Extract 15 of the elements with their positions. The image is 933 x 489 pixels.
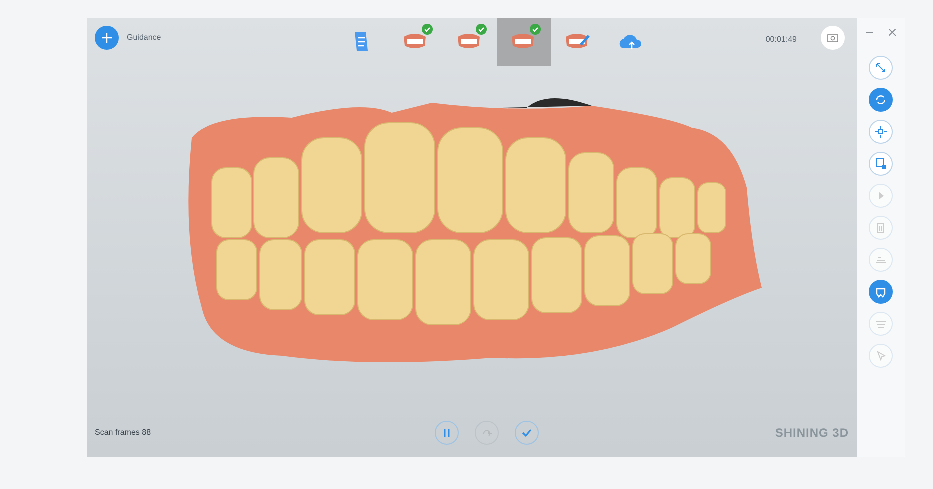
pause-button[interactable] xyxy=(435,421,459,445)
brand-logo: SHINING 3D xyxy=(775,425,849,442)
move-icon[interactable] xyxy=(869,120,893,144)
add-button[interactable] xyxy=(95,26,119,50)
expand-icon[interactable] xyxy=(869,56,893,80)
scan-step-tab[interactable] xyxy=(497,18,551,66)
scan-frames-label: Scan frames 88 xyxy=(95,427,152,439)
teeth-icon[interactable] xyxy=(869,280,893,304)
scan-timer: 00:01:49 xyxy=(766,34,797,46)
guidance-label: Guidance xyxy=(127,32,162,44)
plus-icon xyxy=(101,32,113,44)
camera-icon[interactable] xyxy=(821,26,845,50)
rotate-icon[interactable] xyxy=(869,88,893,112)
confirm-button[interactable] xyxy=(515,421,539,445)
model-lock-icon[interactable] xyxy=(869,152,893,176)
